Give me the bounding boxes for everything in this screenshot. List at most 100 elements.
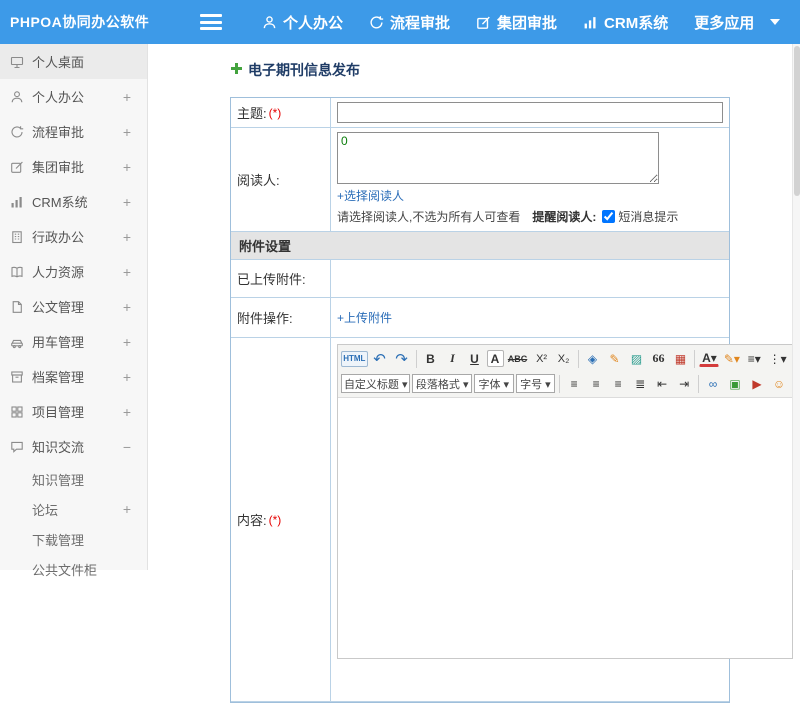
sidebar-item-projects[interactable]: 项目管理 + bbox=[0, 394, 147, 429]
sms-notice-label: 短消息提示 bbox=[618, 208, 678, 225]
format-painter-button[interactable]: ✎ bbox=[604, 349, 624, 369]
expand-toggle[interactable]: + bbox=[123, 369, 131, 385]
hamburger-menu-icon[interactable] bbox=[200, 14, 222, 30]
paragraph-format-select[interactable]: 段落格式 ▾ bbox=[412, 374, 472, 393]
expand-toggle[interactable]: + bbox=[123, 501, 131, 517]
table-button[interactable]: ▦ bbox=[670, 349, 690, 369]
expand-toggle[interactable]: − bbox=[123, 439, 131, 455]
link-button[interactable]: ∞ bbox=[703, 374, 723, 394]
subject-input[interactable] bbox=[337, 102, 723, 123]
emoticon-button[interactable]: ☺ bbox=[769, 374, 789, 394]
sidebar-item-hr[interactable]: 人力资源 + bbox=[0, 254, 147, 289]
italic-button[interactable]: I bbox=[443, 349, 463, 369]
fill-color-button[interactable]: ▨ bbox=[626, 349, 646, 369]
editor-content-area[interactable] bbox=[338, 398, 792, 658]
font-color-button[interactable]: A▾ bbox=[699, 350, 719, 367]
subscript-button[interactable]: X₂ bbox=[554, 349, 574, 369]
select-readers-link[interactable]: +选择阅读人 bbox=[337, 187, 404, 204]
expand-toggle[interactable]: + bbox=[123, 89, 131, 105]
expand-toggle[interactable]: + bbox=[123, 264, 131, 280]
superscript-button[interactable]: X² bbox=[532, 349, 552, 369]
redo-button[interactable]: ↷ bbox=[392, 349, 412, 369]
attachment-actions-row: 附件操作: +上传附件 bbox=[231, 298, 729, 338]
expand-toggle[interactable]: + bbox=[123, 159, 131, 175]
process-icon bbox=[369, 15, 384, 30]
nav-process-approval[interactable]: 流程审批 bbox=[369, 12, 450, 33]
expand-toggle[interactable]: + bbox=[123, 194, 131, 210]
required-mark: (*) bbox=[269, 513, 282, 527]
highlight-color-button[interactable]: ✎▾ bbox=[721, 349, 742, 369]
sidebar-item-knowledge[interactable]: 知识交流 − bbox=[0, 429, 147, 464]
eraser-button[interactable]: ◈ bbox=[582, 349, 602, 369]
sidebar-item-documents[interactable]: 公文管理 + bbox=[0, 289, 147, 324]
sidebar-item-desktop[interactable]: 个人桌面 bbox=[0, 44, 147, 79]
sidebar-item-archives[interactable]: 档案管理 + bbox=[0, 359, 147, 394]
nav-crm-system[interactable]: CRM系统 bbox=[583, 12, 668, 33]
sidebar-subitem-forum[interactable]: 论坛 + bbox=[0, 494, 147, 524]
nav-group-approval[interactable]: 集团审批 bbox=[476, 12, 557, 33]
sidebar-subitem-label: 论坛 bbox=[32, 500, 58, 519]
sms-notice-checkbox[interactable] bbox=[602, 210, 615, 223]
heading-select[interactable]: 自定义标题 ▾ bbox=[341, 374, 410, 393]
justify-button[interactable]: ≣ bbox=[630, 374, 650, 394]
readers-hint: 请选择阅读人,不选为所有人可查看 提醒阅读人: 短消息提示 bbox=[337, 208, 723, 225]
outdent-button[interactable]: ⇤ bbox=[652, 374, 672, 394]
expand-toggle[interactable]: + bbox=[123, 124, 131, 140]
image-button[interactable]: ▣ bbox=[725, 374, 745, 394]
undo-button[interactable]: ↶ bbox=[370, 349, 390, 369]
scrollbar-thumb[interactable] bbox=[794, 46, 800, 196]
sidebar-item-admin-office[interactable]: 行政办公 + bbox=[0, 219, 147, 254]
chart-icon bbox=[583, 15, 598, 30]
upload-attachment-link[interactable]: +上传附件 bbox=[337, 309, 392, 326]
top-header: PHPOA协同办公软件 个人办公 流程审批 集团审批 bbox=[0, 0, 800, 44]
subject-label: 主题: (*) bbox=[231, 98, 331, 127]
uploaded-attachments-row: 已上传附件: bbox=[231, 260, 729, 298]
expand-toggle[interactable]: + bbox=[123, 299, 131, 315]
grid-icon bbox=[10, 405, 24, 419]
page-title-text: 电子期刊信息发布 bbox=[248, 60, 360, 80]
align-left-button[interactable]: ≡ bbox=[564, 374, 584, 394]
nav-label: 集团审批 bbox=[497, 12, 557, 33]
media-button[interactable]: ▶ bbox=[747, 374, 767, 394]
person-icon bbox=[10, 90, 24, 104]
required-mark: (*) bbox=[269, 106, 282, 120]
font-family-select[interactable]: 字体 ▾ bbox=[474, 374, 514, 393]
sidebar-subitem-label: 下载管理 bbox=[32, 530, 84, 549]
indent-button[interactable]: ⇥ bbox=[674, 374, 694, 394]
sidebar-item-personal-office[interactable]: 个人办公 + bbox=[0, 79, 147, 114]
expand-toggle[interactable]: + bbox=[123, 404, 131, 420]
sidebar-item-group-approval[interactable]: 集团审批 + bbox=[0, 149, 147, 184]
content-label: 内容: (*) bbox=[231, 338, 331, 701]
chart-icon bbox=[10, 195, 24, 209]
nav-label: 个人办公 bbox=[283, 12, 343, 33]
sidebar-item-vehicles[interactable]: 用车管理 + bbox=[0, 324, 147, 359]
sidebar-item-process-approval[interactable]: 流程审批 + bbox=[0, 114, 147, 149]
bold-button[interactable]: B bbox=[421, 349, 441, 369]
car-icon bbox=[10, 335, 24, 349]
more-button[interactable]: ⋮▾ bbox=[766, 349, 789, 369]
vertical-scrollbar bbox=[792, 44, 800, 570]
sidebar-item-label: 公文管理 bbox=[32, 297, 84, 316]
sidebar-subitem-downloads[interactable]: 下载管理 bbox=[0, 524, 147, 554]
sidebar-subitem-public-files[interactable]: 公共文件柜 bbox=[0, 554, 147, 584]
sidebar-item-crm[interactable]: CRM系统 + bbox=[0, 184, 147, 219]
sidebar-item-label: 项目管理 bbox=[32, 402, 84, 421]
font-style-button[interactable]: A bbox=[487, 350, 504, 367]
sidebar-subitem-knowledge-mgmt[interactable]: 知识管理 bbox=[0, 464, 147, 494]
align-center-button[interactable]: ≡ bbox=[586, 374, 606, 394]
expand-toggle[interactable]: + bbox=[123, 229, 131, 245]
html-source-button[interactable]: HTML bbox=[341, 351, 368, 367]
caret-down-icon bbox=[770, 19, 780, 25]
content-row: 内容: (*) HTML↶↷BIUAABCX²X₂◈✎▨66▦A▾✎▾≡▾⋮▾ … bbox=[231, 338, 729, 702]
readers-textarea[interactable]: 0 bbox=[337, 132, 659, 184]
align-right-button[interactable]: ≡ bbox=[608, 374, 628, 394]
font-size-select[interactable]: 字号 ▾ bbox=[516, 374, 556, 393]
strikethrough-button[interactable]: ABC bbox=[506, 349, 530, 369]
blockquote-button[interactable]: 66 bbox=[648, 349, 668, 369]
sidebar-item-label: 档案管理 bbox=[32, 367, 84, 386]
underline-button[interactable]: U bbox=[465, 349, 485, 369]
nav-more-apps[interactable]: 更多应用 bbox=[694, 12, 780, 33]
list-button[interactable]: ≡▾ bbox=[744, 349, 764, 369]
nav-personal-office[interactable]: 个人办公 bbox=[262, 12, 343, 33]
expand-toggle[interactable]: + bbox=[123, 334, 131, 350]
